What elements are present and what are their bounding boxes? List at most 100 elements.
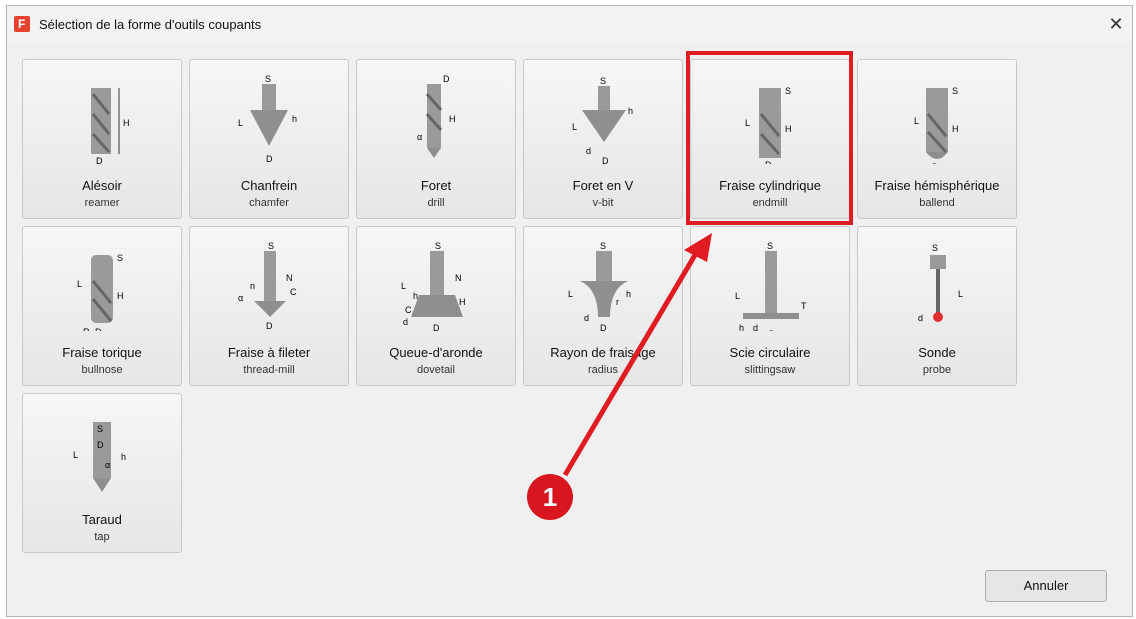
tool-tile-probe[interactable]: S Ld Sonde probe <box>857 226 1017 386</box>
tool-tile-chamfer[interactable]: S Lh D Chanfrein chamfer <box>189 59 349 219</box>
tool-code: ballend <box>919 197 955 209</box>
v-bit-icon: Sh Ld D <box>572 76 633 164</box>
tool-code: v-bit <box>592 197 614 209</box>
tool-code: tap <box>94 531 110 543</box>
tool-tile-tap[interactable]: SD Lh α Taraud tap <box>22 393 182 553</box>
svg-text:d: d <box>918 313 923 323</box>
svg-text:L: L <box>568 289 573 299</box>
dovetail-icon: S N H LhCd D <box>401 241 466 331</box>
svg-text:D: D <box>433 323 440 331</box>
tool-tile-reamer[interactable]: HD Alésoir reamer <box>22 59 182 219</box>
close-button[interactable]: ✕ <box>1104 12 1128 36</box>
svg-text:N: N <box>286 273 293 283</box>
window-title: Sélection de la forme d'outils coupants <box>39 17 262 32</box>
title-bar: F Sélection de la forme d'outils coupant… <box>7 6 1132 42</box>
svg-text:C: C <box>290 287 297 297</box>
tool-code: reamer <box>84 197 120 209</box>
svg-text:h: h <box>626 289 631 299</box>
svg-text:S: S <box>767 241 773 251</box>
svg-text:α: α <box>105 460 110 470</box>
tool-name: Queue-d'aronde <box>389 345 483 360</box>
tool-name: Fraise à fileter <box>227 345 311 360</box>
tool-tile-thread-mill[interactable]: S NCnα D Fraise à fileter thread-mill <box>189 226 349 386</box>
tool-name: Taraud <box>82 512 122 527</box>
svg-text:L: L <box>401 281 406 291</box>
svg-text:D: D <box>602 156 609 164</box>
svg-text:L: L <box>914 116 919 126</box>
svg-text:L: L <box>735 291 740 301</box>
svg-text:D: D <box>765 160 772 164</box>
chamfer-icon: S L h D <box>238 74 297 164</box>
step-badge: 1 <box>527 474 573 520</box>
svg-text:S: S <box>785 86 791 96</box>
svg-text:S: S <box>265 74 271 84</box>
svg-text:S: S <box>600 241 606 251</box>
tool-tile-bullnose[interactable]: S L H R D Fraise torique bullnose <box>22 226 182 386</box>
tool-code: bullnose <box>81 364 123 376</box>
slittingsaw-icon: S L Th d D <box>735 241 807 331</box>
tool-name: Foret <box>420 178 452 193</box>
tool-name: Fraise hémisphérique <box>874 178 1000 193</box>
tool-tile-drill[interactable]: D Hα Foret drill <box>356 59 516 219</box>
svg-text:h: h <box>628 106 633 116</box>
svg-text:d: d <box>753 323 758 331</box>
tool-name: Fraise cylindrique <box>719 178 821 193</box>
svg-text:S: S <box>435 241 441 251</box>
svg-text:D: D <box>769 329 776 331</box>
svg-text:n: n <box>250 281 255 291</box>
svg-text:H: H <box>459 297 466 307</box>
svg-text:H: H <box>117 291 124 301</box>
svg-text:D: D <box>600 323 607 331</box>
tool-code: radius <box>588 364 618 376</box>
svg-text:L: L <box>745 118 750 128</box>
tool-name: Chanfrein <box>240 178 298 193</box>
svg-text:D: D <box>266 154 273 164</box>
tool-name: Alésoir <box>82 178 122 193</box>
tool-code: probe <box>922 364 952 376</box>
tap-icon: SD L h α <box>73 422 126 492</box>
svg-text:N: N <box>455 273 462 283</box>
svg-text:α: α <box>238 293 243 303</box>
svg-text:D: D <box>266 321 273 331</box>
tool-code: drill <box>427 197 445 209</box>
svg-text:h: h <box>413 291 418 301</box>
svg-text:S: S <box>117 253 123 263</box>
svg-text:S: S <box>932 243 938 253</box>
svg-text:h: h <box>292 114 297 124</box>
svg-text:S: S <box>600 76 606 86</box>
tool-tile-ballend[interactable]: S L H D Fraise hémisphérique ballend <box>857 59 1017 219</box>
tool-tile-endmill[interactable]: S L H D Fraise cylindrique endmill <box>690 59 850 219</box>
svg-text:S: S <box>952 86 958 96</box>
svg-text:d: d <box>584 313 589 323</box>
tool-code: endmill <box>752 197 788 209</box>
tool-code: slittingsaw <box>744 364 796 376</box>
svg-text:r: r <box>616 297 619 307</box>
tool-code: dovetail <box>417 364 455 376</box>
svg-text:d: d <box>586 146 591 156</box>
tool-name: Rayon de fraisage <box>550 345 656 360</box>
svg-text:H: H <box>123 118 130 128</box>
svg-text:D: D <box>443 74 450 84</box>
reamer-icon: HD <box>91 88 130 164</box>
endmill-icon: S L H D <box>745 86 792 164</box>
ballend-icon: S L H D <box>914 86 959 164</box>
tool-tile-radius[interactable]: S Lhr d D Rayon de fraisage radius <box>523 226 683 386</box>
tool-code: thread-mill <box>243 364 295 376</box>
svg-text:d: d <box>403 317 408 327</box>
svg-text:S: S <box>97 424 103 434</box>
tool-tile-slittingsaw[interactable]: S L Th d D Scie circulaire slittingsaw <box>690 226 850 386</box>
tool-name: Scie circulaire <box>729 345 811 360</box>
app-logo-icon: F <box>14 16 30 32</box>
cancel-button[interactable]: Annuler <box>985 570 1107 602</box>
svg-text:L: L <box>572 122 577 132</box>
svg-text:L: L <box>958 289 963 299</box>
tool-name: Sonde <box>918 345 956 360</box>
svg-text:L: L <box>73 450 78 460</box>
svg-text:H: H <box>449 114 456 124</box>
svg-text:H: H <box>952 124 959 134</box>
svg-text:D: D <box>96 156 103 164</box>
svg-text:D: D <box>932 162 939 164</box>
radius-icon: S L hr d D <box>568 241 631 331</box>
tool-tile-v-bit[interactable]: Sh Ld D Foret en V v-bit <box>523 59 683 219</box>
tool-tile-dovetail[interactable]: S N H LhCd D Queue-d'aronde dovetail <box>356 226 516 386</box>
